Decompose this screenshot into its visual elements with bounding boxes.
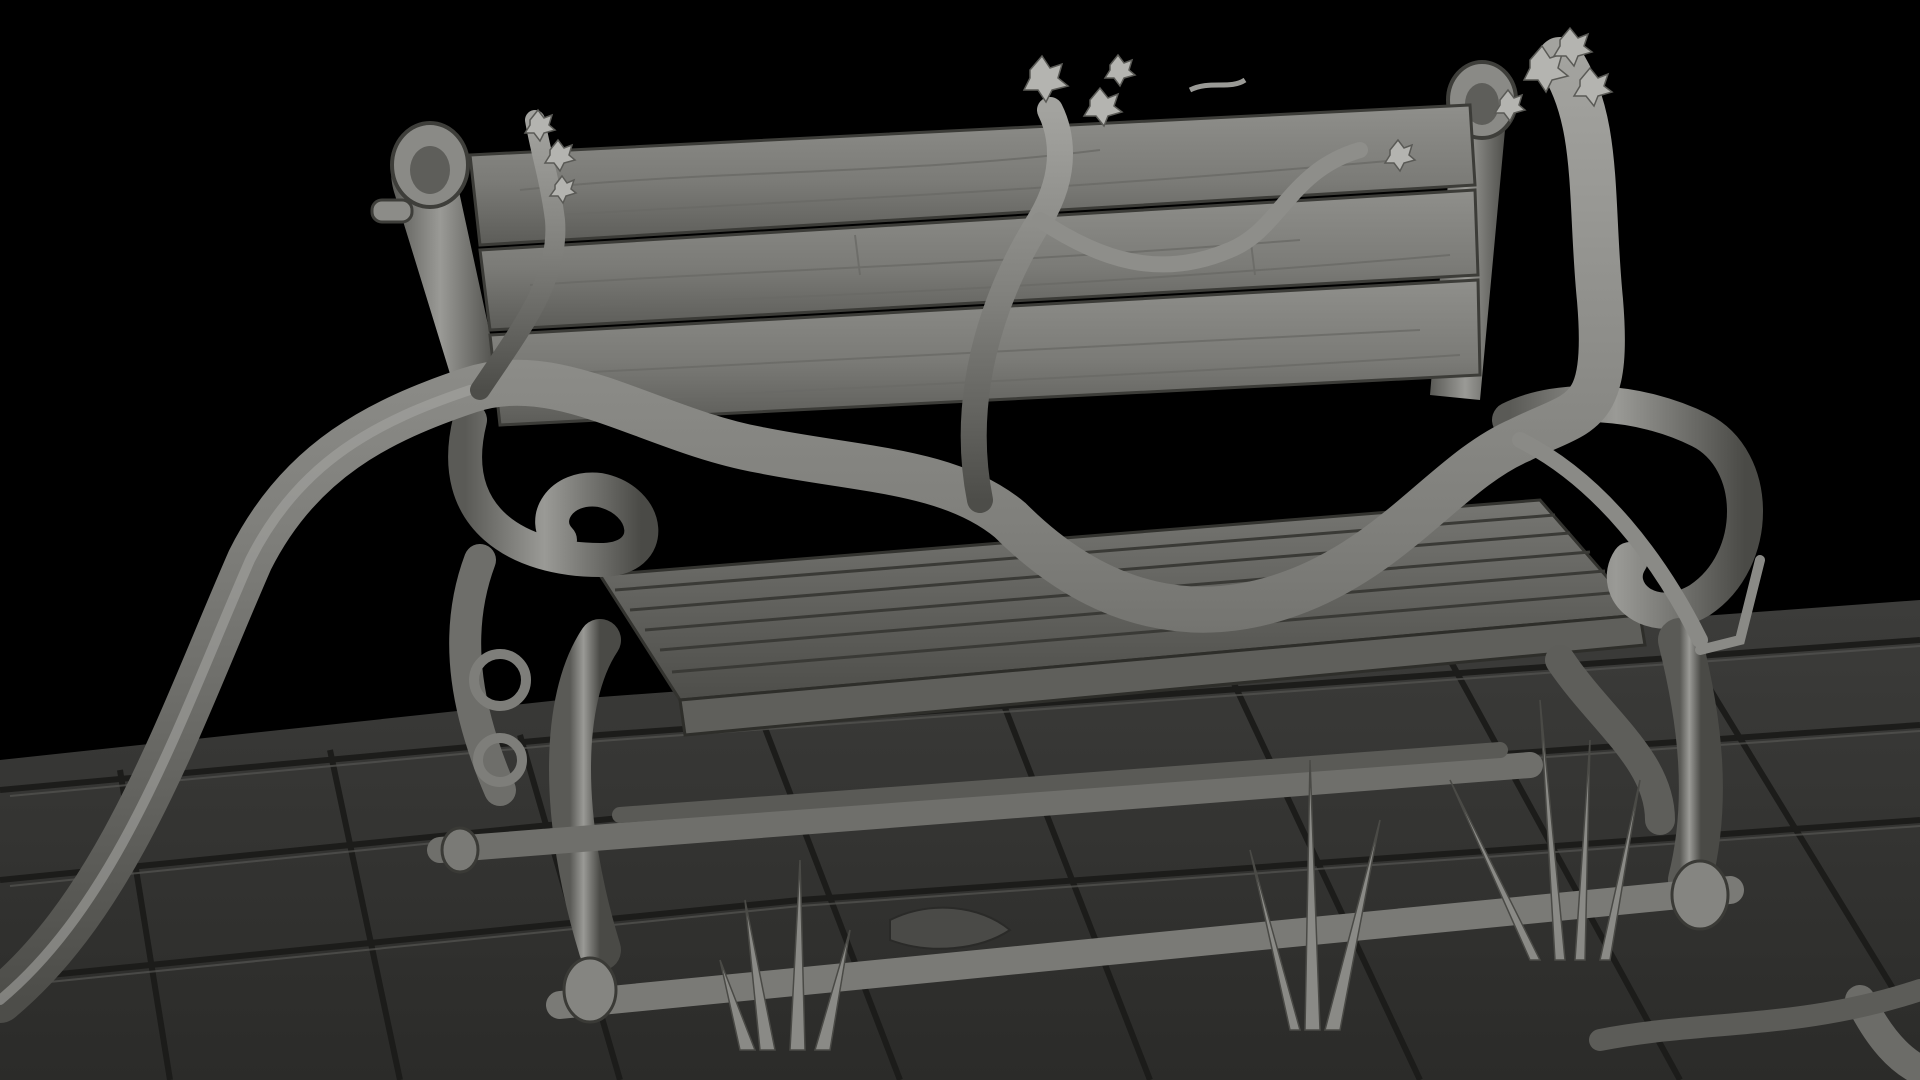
bench-render bbox=[0, 26, 1920, 1080]
render-viewport bbox=[0, 0, 1920, 1080]
